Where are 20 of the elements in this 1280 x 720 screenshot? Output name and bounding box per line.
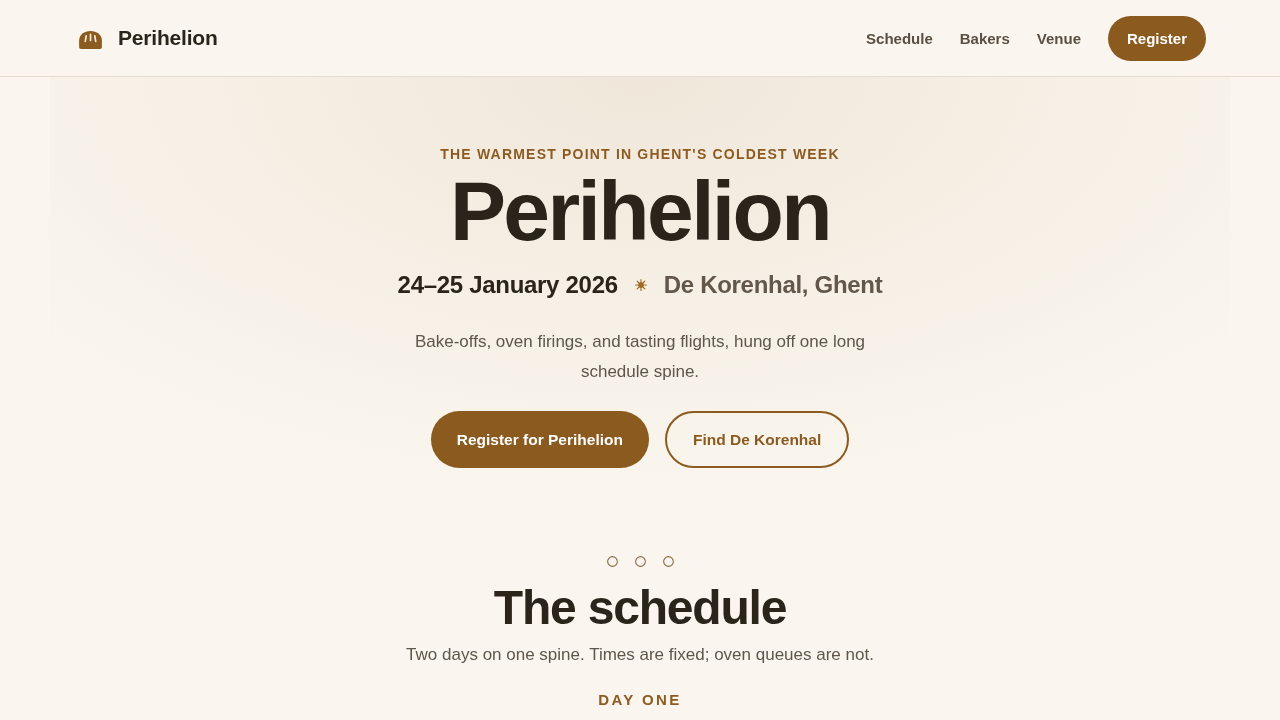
ring-icon [606,556,618,567]
event-date: 24–25 January 2026 [397,270,618,300]
hero-title: Perihelion [449,169,831,253]
ring-icon [634,556,646,567]
hero-eyebrow: THE WARMEST POINT IN GHENT'S COLDEST WEEK [440,146,840,162]
ring-icon [662,556,674,567]
register-button[interactable]: Register for Perihelion [430,411,649,468]
sun-icon [634,279,647,291]
event-venue: De Korenhal, Ghent [663,270,883,300]
day-label: DAY ONE [598,691,682,709]
section-title: The schedule [493,580,787,636]
brand-link[interactable]: Perihelion [79,26,218,50]
section-subtitle: Two days on one spine. Times are fixed; oven queues are not. [406,644,874,666]
nav-link[interactable]: Bakers [959,29,1010,47]
hero-description: Bake-offs, oven firings, and tasting flights, hung off one long schedule spine. [413,331,867,383]
find-venue-button[interactable]: Find De Korenhal [664,411,850,468]
nav-link[interactable]: Schedule [866,29,933,47]
nav-link[interactable]: Venue [1036,29,1081,47]
bread-icon [79,30,102,49]
register-button[interactable]: Register [1107,15,1206,61]
